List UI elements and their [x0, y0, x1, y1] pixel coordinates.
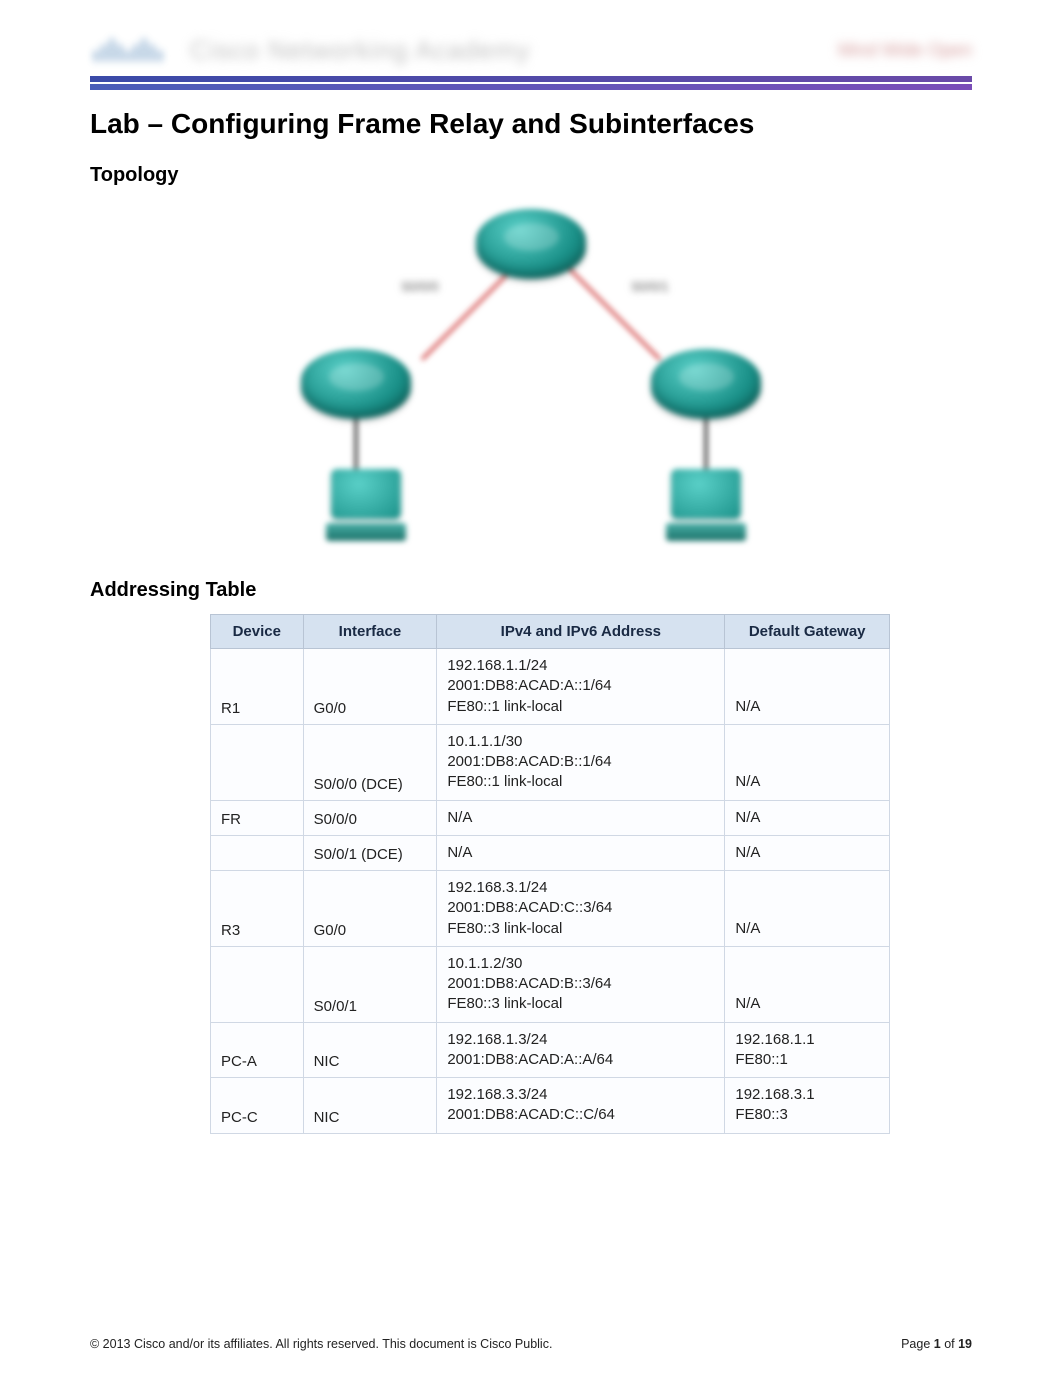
pc-icon: [321, 469, 411, 549]
topology-heading: Topology: [90, 164, 972, 187]
table-row: R3G0/0192.168.3.1/242001:DB8:ACAD:C::3/6…: [211, 871, 890, 947]
router-icon: [651, 349, 761, 419]
cell-interface: S0/0/0: [303, 800, 437, 835]
topology-label: S0/0/1: [631, 279, 669, 294]
header-left: Cisco Networking Academy: [90, 30, 530, 70]
table-row: R1G0/0192.168.1.1/242001:DB8:ACAD:A::1/6…: [211, 649, 890, 725]
cell-interface: NIC: [303, 1078, 437, 1134]
document-header: Cisco Networking Academy Mind Wide Open: [90, 30, 972, 82]
cell-gateway: N/A: [725, 835, 890, 870]
cell-address: 10.1.1.2/302001:DB8:ACAD:B::3/64FE80::3 …: [437, 946, 725, 1022]
cell-gateway: N/A: [725, 871, 890, 947]
cell-device: [211, 724, 304, 800]
cell-device: [211, 835, 304, 870]
table-row: FRS0/0/0N/AN/A: [211, 800, 890, 835]
cell-device: R3: [211, 871, 304, 947]
cell-address: N/A: [437, 835, 725, 870]
page-number: Page 1 of 19: [901, 1337, 972, 1351]
topology-diagram: S0/0/0 S0/0/1: [261, 199, 801, 559]
copyright-text: © 2013 Cisco and/or its affiliates. All …: [90, 1337, 552, 1351]
table-row: S0/0/1 (DCE)N/AN/A: [211, 835, 890, 870]
cell-interface: NIC: [303, 1022, 437, 1078]
academy-title: Cisco Networking Academy: [190, 35, 530, 66]
col-device: Device: [211, 615, 304, 649]
table-header-row: Device Interface IPv4 and IPv6 Address D…: [211, 615, 890, 649]
cell-address: 192.168.3.1/242001:DB8:ACAD:C::3/64FE80:…: [437, 871, 725, 947]
cell-gateway: 192.168.3.1FE80::3: [725, 1078, 890, 1134]
cell-gateway: N/A: [725, 724, 890, 800]
cell-device: R1: [211, 649, 304, 725]
header-tagline: Mind Wide Open: [838, 40, 972, 61]
cell-interface: G0/0: [303, 871, 437, 947]
addressing-table: Device Interface IPv4 and IPv6 Address D…: [210, 614, 890, 1134]
pc-icon: [661, 469, 751, 549]
page-title: Lab – Configuring Frame Relay and Subint…: [90, 108, 972, 140]
cell-address: 10.1.1.1/302001:DB8:ACAD:B::1/64FE80::1 …: [437, 724, 725, 800]
col-gateway: Default Gateway: [725, 615, 890, 649]
col-interface: Interface: [303, 615, 437, 649]
table-row: PC-ANIC192.168.1.3/242001:DB8:ACAD:A::A/…: [211, 1022, 890, 1078]
header-divider: [90, 84, 972, 90]
table-row: S0/0/0 (DCE)10.1.1.1/302001:DB8:ACAD:B::…: [211, 724, 890, 800]
cell-interface: G0/0: [303, 649, 437, 725]
cell-device: PC-C: [211, 1078, 304, 1134]
table-row: PC-CNIC192.168.3.3/242001:DB8:ACAD:C::C/…: [211, 1078, 890, 1134]
col-address: IPv4 and IPv6 Address: [437, 615, 725, 649]
cell-address: 192.168.3.3/242001:DB8:ACAD:C::C/64: [437, 1078, 725, 1134]
table-row: S0/0/110.1.1.2/302001:DB8:ACAD:B::3/64FE…: [211, 946, 890, 1022]
cell-address: 192.168.1.3/242001:DB8:ACAD:A::A/64: [437, 1022, 725, 1078]
router-icon: [476, 209, 586, 279]
cell-gateway: N/A: [725, 800, 890, 835]
cell-device: FR: [211, 800, 304, 835]
cell-gateway: 192.168.1.1FE80::1: [725, 1022, 890, 1078]
router-icon: [301, 349, 411, 419]
cell-interface: S0/0/0 (DCE): [303, 724, 437, 800]
cell-address: 192.168.1.1/242001:DB8:ACAD:A::1/64FE80:…: [437, 649, 725, 725]
cell-device: PC-A: [211, 1022, 304, 1078]
addressing-heading: Addressing Table: [90, 579, 972, 602]
cell-device: [211, 946, 304, 1022]
cisco-logo-icon: [90, 30, 170, 70]
cell-address: N/A: [437, 800, 725, 835]
cell-interface: S0/0/1: [303, 946, 437, 1022]
page-footer: © 2013 Cisco and/or its affiliates. All …: [90, 1337, 972, 1351]
cell-gateway: N/A: [725, 649, 890, 725]
topology-label: S0/0/0: [401, 279, 439, 294]
cell-interface: S0/0/1 (DCE): [303, 835, 437, 870]
cell-gateway: N/A: [725, 946, 890, 1022]
